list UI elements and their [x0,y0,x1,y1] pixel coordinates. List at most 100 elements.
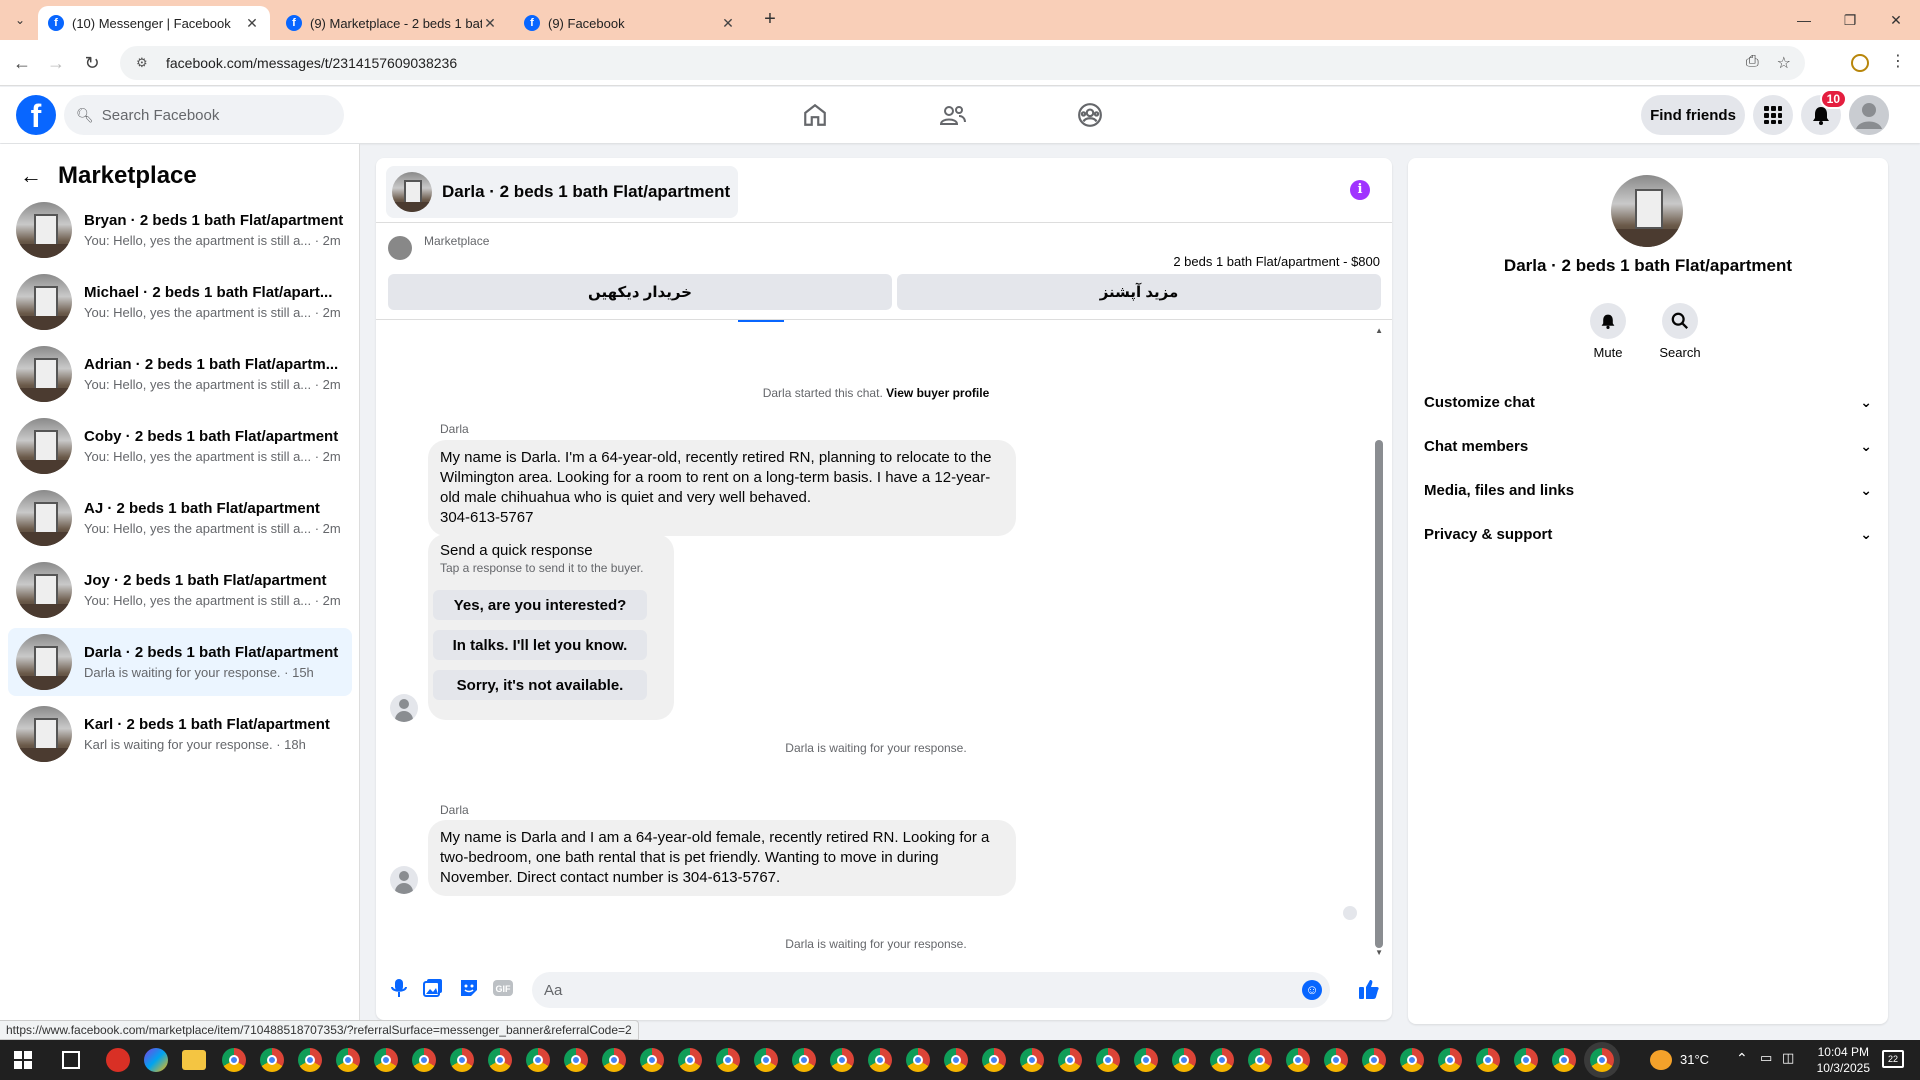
chrome-icon[interactable] [944,1048,968,1072]
privacy-support-section[interactable]: Privacy & support ⌄ [1416,512,1880,556]
chat-header-button[interactable]: Darla · 2 beds 1 bath Flat/apartment [386,166,739,218]
chrome-icon[interactable] [1552,1048,1576,1072]
chrome-icon[interactable] [1134,1048,1158,1072]
chrome-icon[interactable] [640,1048,664,1072]
close-window-button[interactable]: ✕ [1876,6,1916,34]
chrome-icon[interactable] [564,1048,588,1072]
chrome-icon[interactable] [450,1048,474,1072]
scrollbar-thumb[interactable] [1375,440,1383,948]
chrome-icon[interactable] [1248,1048,1272,1072]
chrome-icon[interactable] [260,1048,284,1072]
quick-response-button[interactable]: Yes, are you interested? [433,590,647,620]
find-friends-button[interactable]: Find friends [1641,95,1745,135]
chrome-icon[interactable] [298,1048,322,1072]
emoji-icon[interactable]: ☺ [1302,980,1322,1000]
info-icon[interactable]: i [1350,180,1370,200]
chat-members-section[interactable]: Chat members ⌄ [1416,424,1880,468]
photo-icon[interactable] [422,978,444,1000]
chrome-icon[interactable] [906,1048,930,1072]
chrome-icon[interactable] [602,1048,626,1072]
chrome-icon-active[interactable] [1590,1048,1614,1072]
chrome-icon[interactable] [1172,1048,1196,1072]
bookmark-star-icon[interactable]: ☆ [1777,53,1791,73]
tab-search-icon[interactable]: ⌄ [8,8,32,32]
reload-button[interactable]: ↻ [78,49,106,77]
chrome-icon[interactable] [868,1048,892,1072]
view-buyer-profile-link[interactable]: View buyer profile [886,386,989,400]
facebook-search[interactable]: 🔍︎ [64,95,344,135]
listing-photo[interactable] [1611,175,1683,247]
chrome-icon[interactable] [1058,1048,1082,1072]
close-icon[interactable]: ✕ [482,15,498,32]
conversation-item-selected[interactable]: Darla · 2 beds 1 bath Flat/apartment Darl… [8,628,352,696]
conversation-item[interactable]: Coby · 2 beds 1 bath Flat/apartment You: … [8,412,352,480]
chrome-icon[interactable] [1020,1048,1044,1072]
scroll-down-arrow[interactable]: ▼ [1375,948,1383,957]
search-conversation-button[interactable]: Search [1648,303,1712,360]
sender-avatar[interactable] [390,866,418,894]
conversation-item[interactable]: Karl · 2 beds 1 bath Flat/apartment Karl … [8,700,352,768]
chrome-icon[interactable] [412,1048,436,1072]
quick-response-button[interactable]: Sorry, it's not available. [433,670,647,700]
back-button[interactable]: ← [8,49,36,77]
microphone-icon[interactable] [388,978,410,1000]
chrome-icon[interactable] [1096,1048,1120,1072]
browser-tab-facebook[interactable]: f (9) Facebook ✕ [514,6,746,40]
chrome-icon[interactable] [1476,1048,1500,1072]
thumbs-up-icon[interactable] [1358,978,1380,1000]
task-view-icon[interactable] [62,1051,80,1069]
chrome-icon[interactable] [526,1048,550,1072]
taskbar-clock[interactable]: 10:04 PM 10/3/2025 [1817,1044,1870,1076]
sender-avatar[interactable] [390,694,418,722]
message-input[interactable] [544,981,1244,999]
volume-icon[interactable]: ◫ [1782,1050,1794,1066]
nav-groups[interactable] [1035,87,1145,143]
back-arrow-icon[interactable]: ← [20,163,42,189]
conversation-item[interactable]: Joy · 2 beds 1 bath Flat/apartment You: H… [8,556,352,624]
install-app-icon[interactable]: ⎙ [1746,53,1759,73]
chrome-icon[interactable] [830,1048,854,1072]
site-info-icon[interactable]: ⚙ [136,55,154,71]
minimize-button[interactable]: — [1784,6,1824,34]
conversation-item[interactable]: Bryan · 2 beds 1 bath Flat/apartment You:… [8,196,352,264]
restore-button[interactable]: ❐ [1830,6,1870,34]
chrome-icon[interactable] [716,1048,740,1072]
notifications-button[interactable]: 10 [1801,89,1847,135]
nav-home[interactable] [760,87,870,143]
file-explorer-icon[interactable] [182,1050,206,1070]
chrome-icon[interactable] [1210,1048,1234,1072]
chrome-icon[interactable] [1286,1048,1310,1072]
quick-response-button[interactable]: In talks. I'll let you know. [433,630,647,660]
network-icon[interactable]: ▭ [1760,1050,1772,1066]
sticker-icon[interactable] [458,978,480,1000]
close-icon[interactable]: ✕ [720,15,736,32]
chrome-icon[interactable] [222,1048,246,1072]
chrome-icon[interactable] [488,1048,512,1072]
chrome-icon[interactable] [1400,1048,1424,1072]
browser-menu-icon[interactable]: ⋮ [1886,51,1910,75]
customize-chat-section[interactable]: Customize chat ⌄ [1416,380,1880,424]
address-bar[interactable]: ⚙ facebook.com/messages/t/23141576090382… [120,46,1805,80]
profile-icon[interactable] [1848,51,1872,75]
conversation-item[interactable]: Adrian · 2 beds 1 bath Flat/apartm... You… [8,340,352,408]
browser-tab-messenger[interactable]: f (10) Messenger | Facebook ✕ [38,6,270,40]
media-files-links-section[interactable]: Media, files and links ⌄ [1416,468,1880,512]
scroll-up-arrow[interactable]: ▲ [1375,326,1383,335]
more-options-button[interactable]: مزید آپشنز [897,274,1381,310]
gif-icon[interactable]: GIF [492,978,514,1000]
close-icon[interactable]: ✕ [244,15,260,32]
chrome-icon[interactable] [982,1048,1006,1072]
chrome-icon[interactable] [1438,1048,1462,1072]
chrome-icon[interactable] [1514,1048,1538,1072]
chrome-icon[interactable] [336,1048,360,1072]
chrome-icon[interactable] [374,1048,398,1072]
view-buyer-button[interactable]: خریدار دیکھیں [388,274,892,310]
browser-tab-marketplace[interactable]: f (9) Marketplace - 2 beds 1 bath ✕ [276,6,508,40]
forward-button[interactable]: → [42,49,70,77]
notification-center-icon[interactable]: 22 [1882,1050,1904,1068]
facebook-logo[interactable]: f [16,95,56,135]
account-avatar[interactable] [1849,95,1889,135]
app-icon[interactable] [106,1048,130,1072]
chrome-icon[interactable] [678,1048,702,1072]
menu-grid-button[interactable] [1753,95,1793,135]
